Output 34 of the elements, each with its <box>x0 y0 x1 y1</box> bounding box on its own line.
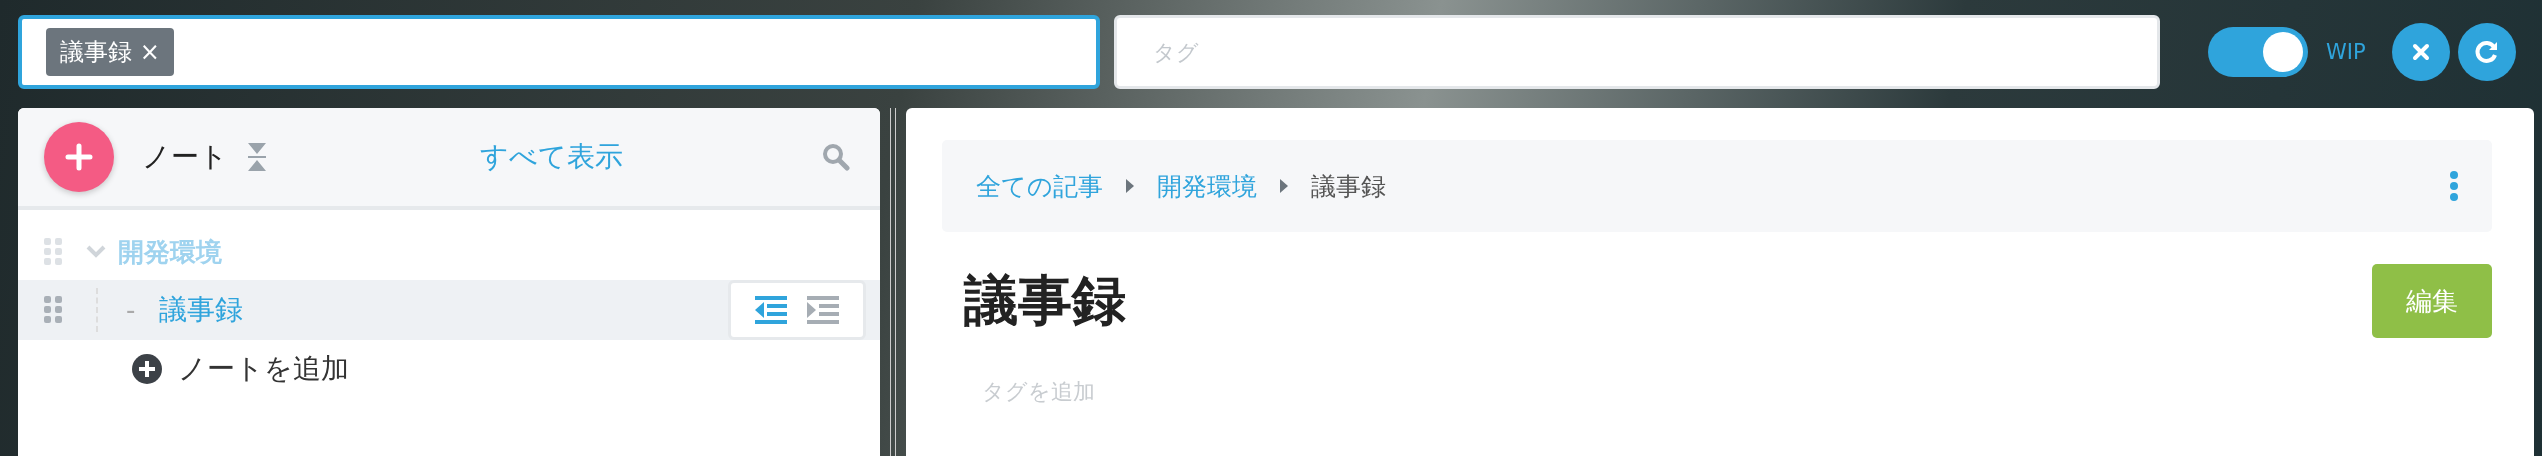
panel-title: ノート <box>142 139 228 175</box>
breadcrumb-current: 議事録 <box>1311 170 1386 203</box>
bullet: - <box>126 295 136 325</box>
refresh-icon <box>2473 39 2500 65</box>
refresh-button[interactable] <box>2457 23 2516 81</box>
filter-tag[interactable]: 議事録 × <box>46 28 174 76</box>
plus-circle-icon <box>132 354 162 384</box>
outdent-icon[interactable] <box>755 296 787 324</box>
edit-button[interactable]: 編集 <box>2372 264 2492 338</box>
caret-icon <box>1279 178 1289 194</box>
tag-field[interactable]: タグ <box>1114 15 2160 89</box>
collapse-icon[interactable] <box>246 141 268 173</box>
search-icon[interactable] <box>822 143 850 171</box>
indent-icon[interactable] <box>807 296 839 324</box>
wip-toggle[interactable] <box>2208 27 2308 77</box>
close-button[interactable] <box>2391 23 2450 81</box>
show-all-link[interactable]: すべて表示 <box>480 138 822 176</box>
breadcrumb-link[interactable]: 全ての記事 <box>976 169 1103 203</box>
chevron-icon[interactable] <box>86 245 106 259</box>
article-title: 議事録 <box>964 267 1126 334</box>
tree-row[interactable]: - 議事録 <box>18 280 880 340</box>
drag-handle-icon[interactable] <box>44 296 62 324</box>
wip-label: WIP <box>2326 40 2366 64</box>
more-icon[interactable] <box>2450 171 2458 201</box>
drag-handle-icon[interactable] <box>44 238 62 266</box>
note-label: 議事録 <box>159 292 244 328</box>
plus-icon <box>65 143 93 171</box>
caret-icon <box>1125 178 1135 194</box>
breadcrumb-link[interactable]: 開発環境 <box>1157 169 1257 203</box>
tree-row[interactable]: 開発環境 <box>18 224 880 280</box>
folder-label: 開発環境 <box>118 235 222 269</box>
add-button[interactable] <box>44 122 114 192</box>
add-note-link[interactable]: ノートを追加 <box>132 350 880 388</box>
search-field[interactable]: 議事録 × <box>18 15 1100 89</box>
